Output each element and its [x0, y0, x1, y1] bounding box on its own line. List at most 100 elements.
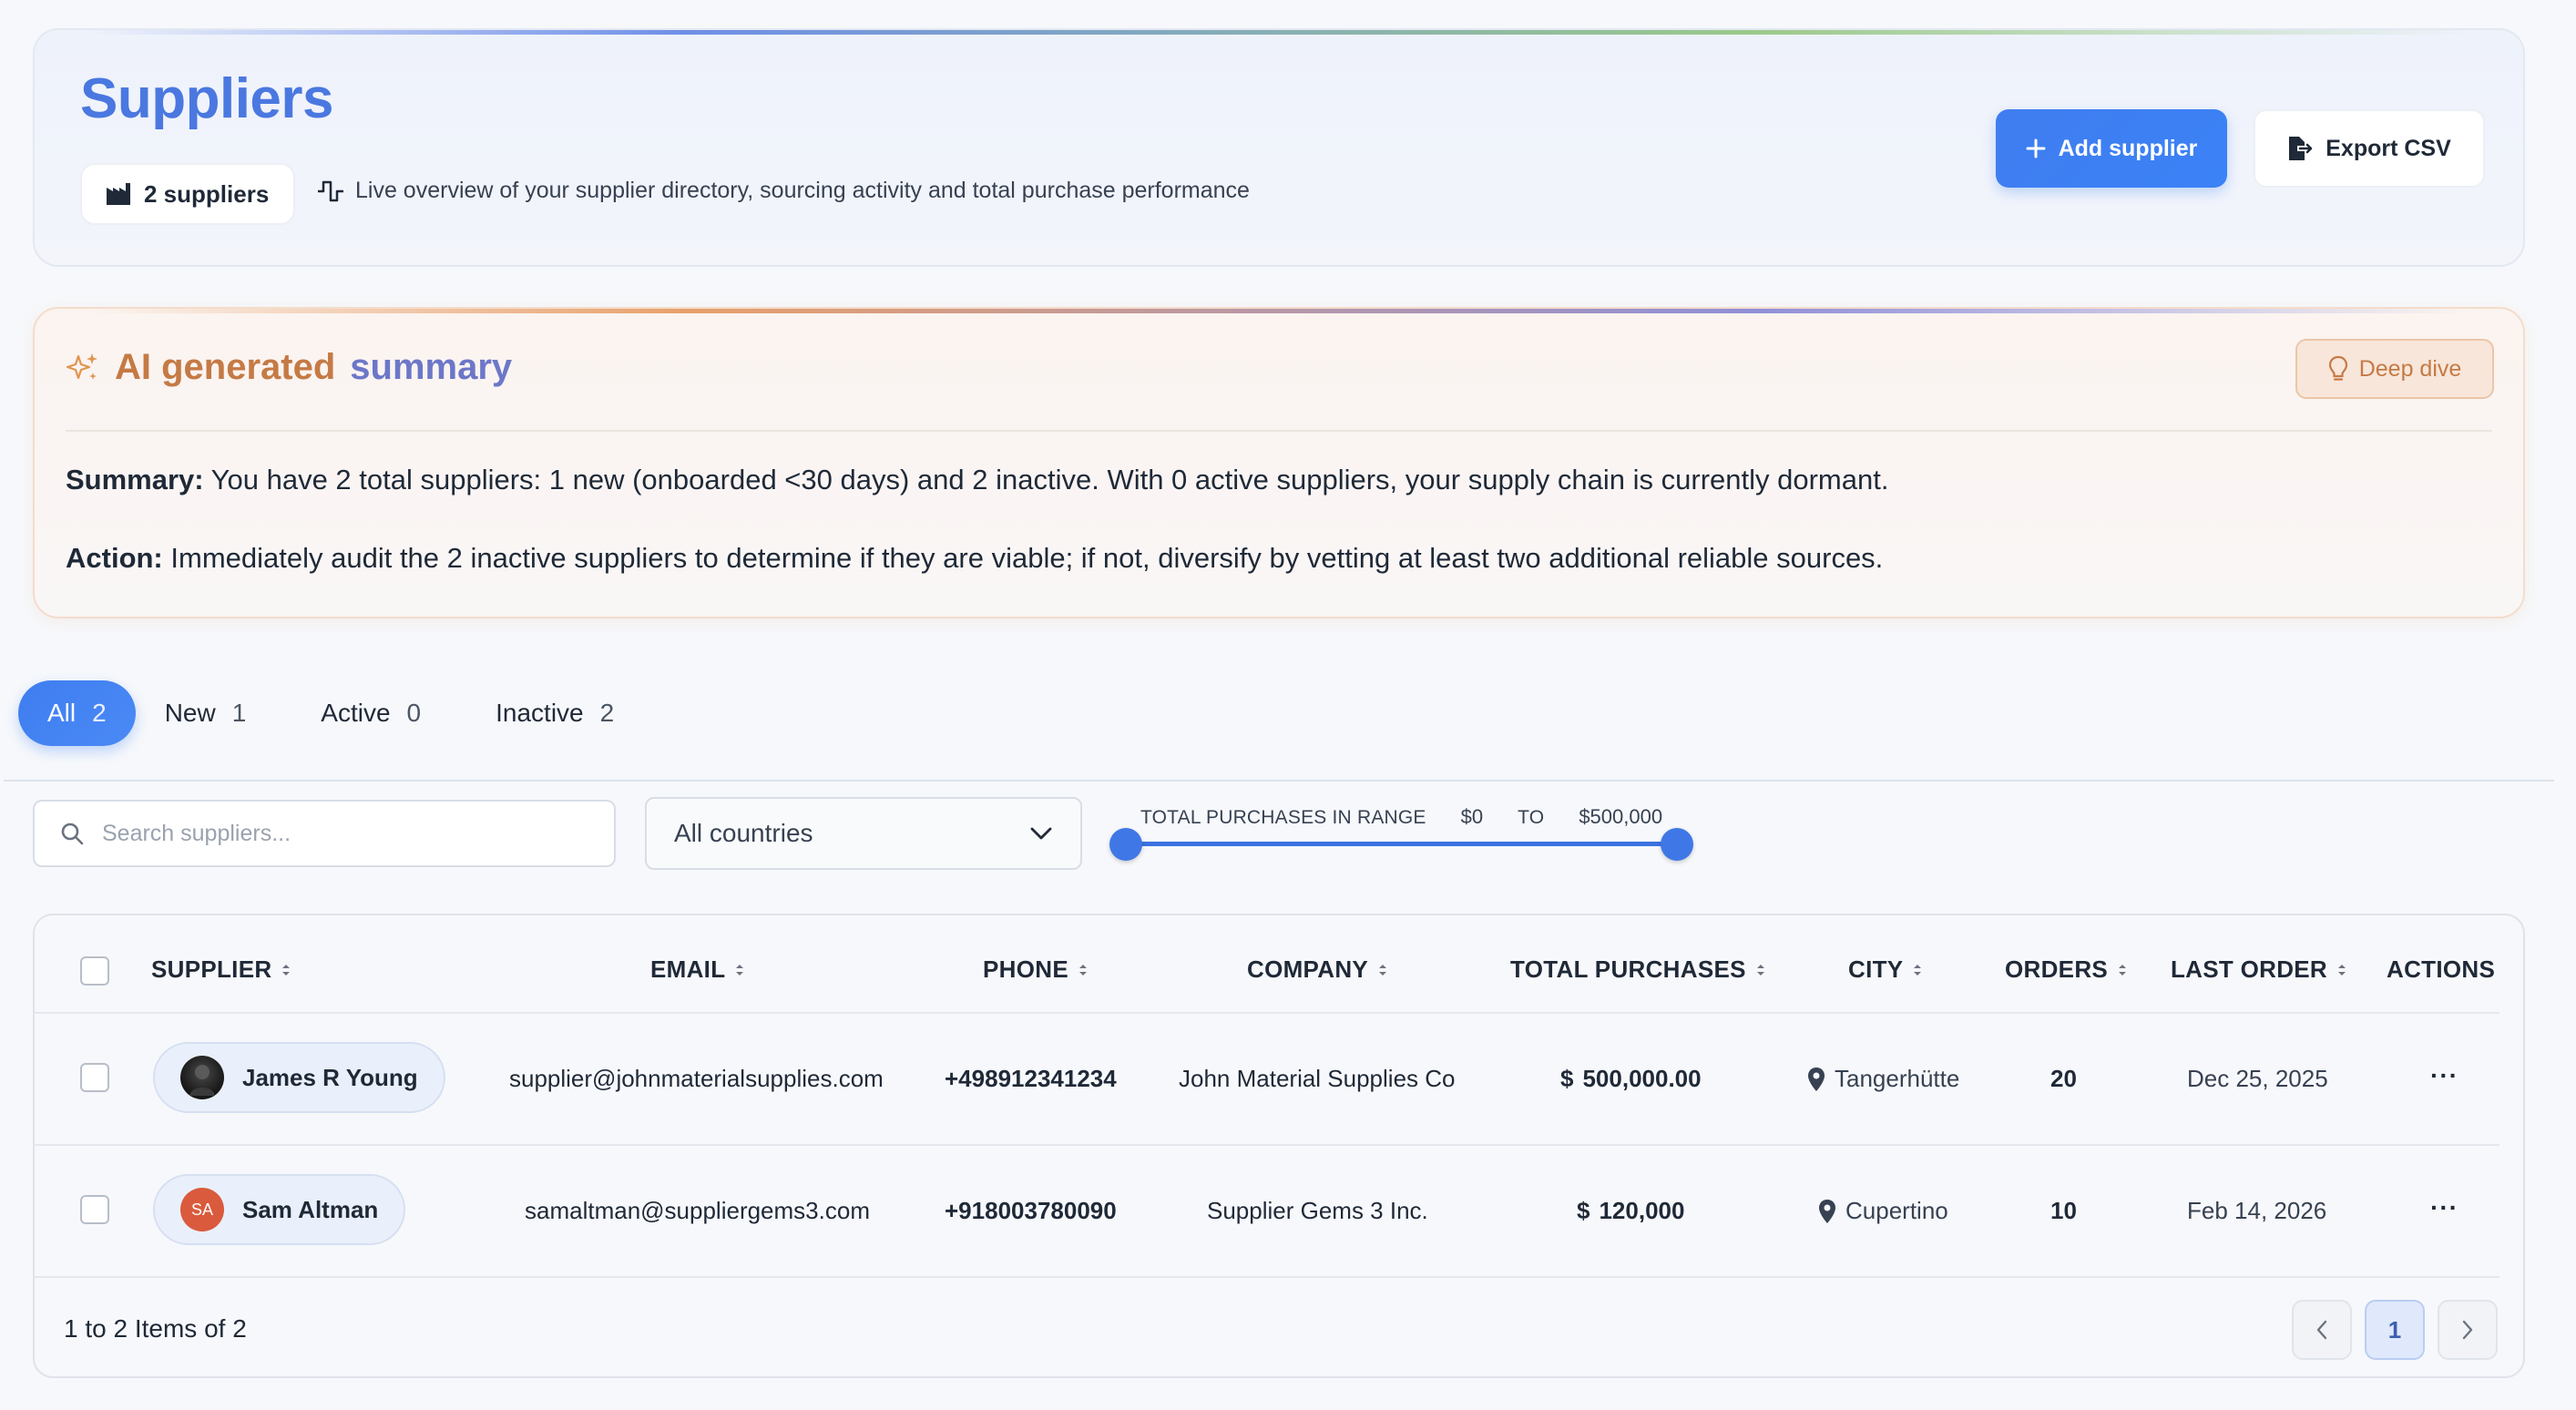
- pagination-next-button[interactable]: [2438, 1300, 2498, 1360]
- search-input[interactable]: [102, 820, 594, 847]
- total-amount: 500,000.00: [1582, 1065, 1702, 1092]
- country-select[interactable]: All countries: [645, 797, 1082, 870]
- sort-icon: [2119, 964, 2127, 976]
- tab-count: 2: [599, 699, 615, 727]
- range-min-thumb[interactable]: [1109, 828, 1142, 861]
- sort-icon: [736, 964, 744, 976]
- supplier-name-chip[interactable]: James R Young: [153, 1042, 445, 1113]
- city-name: Cupertino: [1845, 1197, 1948, 1224]
- deep-dive-button[interactable]: Deep dive: [2295, 339, 2494, 399]
- range-min-value: $0: [1460, 805, 1484, 828]
- email-cell[interactable]: samaltman@suppliergems3.com: [525, 1197, 870, 1225]
- add-supplier-button[interactable]: Add supplier: [1996, 109, 2227, 188]
- column-header-label: COMPANY: [1247, 955, 1369, 983]
- row-divider: [35, 1144, 2499, 1146]
- ai-summary-title: AI generated summary: [66, 347, 512, 388]
- column-header-label: EMAIL: [650, 955, 726, 983]
- summary-text: You have 2 total suppliers: 1 new (onboa…: [210, 464, 1889, 496]
- column-header-label: TOTAL PURCHASES: [1510, 955, 1746, 983]
- add-supplier-label: Add supplier: [2058, 135, 2198, 161]
- range-to-label: TO: [1518, 807, 1545, 828]
- column-header-label: ACTIONS: [2387, 955, 2496, 983]
- company-cell: John Material Supplies Co: [1179, 1065, 1456, 1092]
- tab-count: 1: [231, 699, 247, 727]
- suppliers-table: SUPPLIER EMAIL PHONE COMPANY TOTAL PURCH…: [33, 914, 2525, 1378]
- ai-summary-card: AI generated summary Deep dive Summary: …: [33, 307, 2525, 618]
- ai-divider: [66, 430, 2492, 432]
- sort-icon: [1756, 964, 1764, 976]
- column-header-label: SUPPLIER: [151, 955, 272, 983]
- plus-icon: [2026, 138, 2046, 158]
- avatar: SA: [180, 1188, 224, 1231]
- pulse-icon: [318, 180, 343, 201]
- sort-icon: [1914, 964, 1922, 976]
- row-actions-button[interactable]: ···: [2430, 1193, 2458, 1222]
- select-all-checkbox[interactable]: [80, 956, 109, 986]
- chevron-left-icon: [2316, 1320, 2327, 1340]
- purchase-range-labels: TOTAL PURCHASES IN RANGE $0 TO $500,000: [1140, 805, 1662, 829]
- city-cell: Tangerhütte: [1807, 1065, 1959, 1093]
- last-order-cell: Feb 14, 2026: [2187, 1197, 2327, 1224]
- pagination-page-button[interactable]: 1: [2365, 1300, 2425, 1360]
- column-header-label: ORDERS: [2005, 955, 2109, 983]
- chevron-down-icon: [1030, 827, 1052, 840]
- total-amount: 120,000: [1599, 1197, 1685, 1224]
- table-header-divider: [35, 1012, 2499, 1014]
- currency-symbol: $: [1560, 1065, 1574, 1092]
- orders-cell: 10: [2050, 1197, 2077, 1224]
- column-header-label: PHONE: [983, 955, 1068, 983]
- search-box: [33, 800, 616, 867]
- city-cell: Cupertino: [1818, 1197, 1948, 1225]
- tab-label: Active: [321, 699, 391, 727]
- header-subtitle: Live overview of your supplier directory…: [317, 178, 1250, 204]
- ai-title-part1: AI generated: [115, 347, 336, 387]
- sort-icon: [1379, 964, 1387, 976]
- summary-label: Summary:: [66, 464, 204, 496]
- export-csv-label: Export CSV: [2326, 135, 2451, 161]
- column-header-email[interactable]: EMAIL: [650, 955, 745, 984]
- status-tabs: All 2 New 1 Active 0 Inactive 2: [18, 680, 643, 746]
- pagination-summary: 1 to 2 Items of 2: [64, 1314, 247, 1343]
- row-actions-button[interactable]: ···: [2430, 1061, 2458, 1090]
- column-header-last-order[interactable]: LAST ORDER: [2171, 955, 2347, 984]
- tab-new[interactable]: New 1: [136, 680, 276, 746]
- sort-icon: [1078, 964, 1087, 976]
- company-cell: Supplier Gems 3 Inc.: [1207, 1197, 1428, 1224]
- pagination-prev-button[interactable]: [2292, 1300, 2352, 1360]
- phone-cell: +918003780090: [945, 1197, 1117, 1224]
- map-pin-icon: [1808, 1067, 1825, 1091]
- page-header: Suppliers 2 suppliers Live overview of y…: [33, 28, 2525, 267]
- tabs-divider: [4, 780, 2554, 782]
- column-header-label: LAST ORDER: [2171, 955, 2327, 983]
- action-text: Immediately audit the 2 inactive supplie…: [170, 542, 1884, 574]
- tab-active[interactable]: Active 0: [275, 680, 450, 746]
- export-csv-button[interactable]: Export CSV: [2254, 109, 2485, 188]
- column-header-supplier[interactable]: SUPPLIER: [151, 955, 291, 984]
- row-checkbox[interactable]: [80, 1063, 109, 1092]
- purchase-range-track[interactable]: [1126, 842, 1677, 846]
- row-checkbox[interactable]: [80, 1195, 109, 1224]
- total-purchases-cell: $ 500,000.00: [1560, 1065, 1702, 1093]
- tab-label: All: [47, 699, 77, 727]
- column-header-company[interactable]: COMPANY: [1247, 955, 1388, 984]
- supplier-name: James R Young: [242, 1063, 418, 1091]
- column-header-total-purchases[interactable]: TOTAL PURCHASES: [1510, 955, 1766, 984]
- supplier-name: Sam Altman: [242, 1195, 379, 1223]
- currency-symbol: $: [1577, 1197, 1590, 1224]
- email-cell[interactable]: supplier@johnmaterialsupplies.com: [509, 1065, 884, 1093]
- column-header-city[interactable]: CITY: [1848, 955, 1923, 984]
- tab-count: 0: [406, 699, 422, 727]
- range-caption: TOTAL PURCHASES IN RANGE: [1140, 807, 1426, 828]
- sparkles-icon: [66, 352, 97, 380]
- column-header-phone[interactable]: PHONE: [983, 955, 1089, 984]
- supplier-name-chip[interactable]: SA Sam Altman: [153, 1174, 406, 1245]
- range-max-thumb[interactable]: [1661, 828, 1693, 861]
- tab-all[interactable]: All 2: [18, 680, 136, 746]
- orders-cell: 20: [2050, 1065, 2077, 1092]
- sort-icon: [2338, 964, 2346, 976]
- range-max-value: $500,000: [1579, 805, 1663, 828]
- phone-cell: +498912341234: [945, 1065, 1117, 1092]
- column-header-orders[interactable]: ORDERS: [2005, 955, 2128, 984]
- tab-inactive[interactable]: Inactive 2: [450, 680, 643, 746]
- supplier-count-chip: 2 suppliers: [80, 163, 295, 225]
